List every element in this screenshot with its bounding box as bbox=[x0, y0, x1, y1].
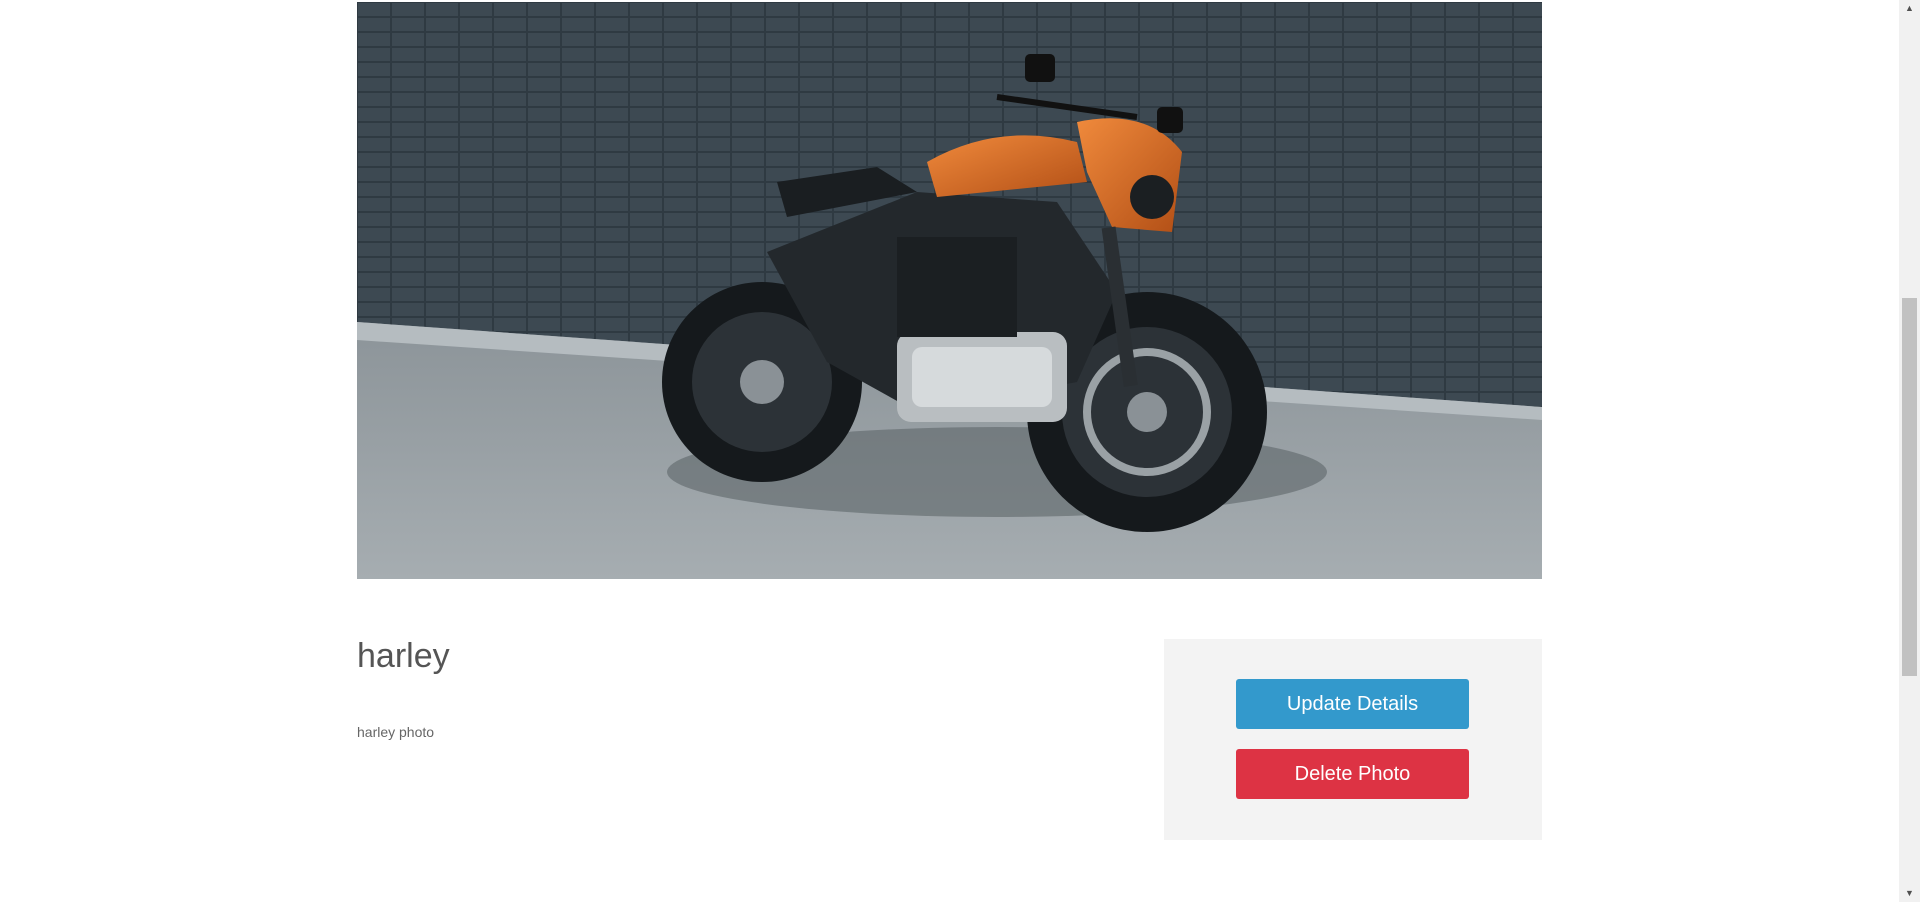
photo-actions-panel: Update Details Delete Photo bbox=[1164, 639, 1542, 840]
motorcycle-photo bbox=[357, 2, 1542, 579]
update-details-button[interactable]: Update Details bbox=[1236, 679, 1469, 729]
scroll-up-arrow-icon[interactable]: ▲ bbox=[1899, 0, 1920, 17]
photo-description: harley photo bbox=[357, 724, 435, 740]
photo-detail-page: harley harley photo Update Details Delet… bbox=[0, 0, 1899, 902]
photo-title: harley bbox=[357, 637, 450, 675]
delete-photo-button[interactable]: Delete Photo bbox=[1236, 749, 1469, 799]
scroll-down-arrow-icon[interactable]: ▼ bbox=[1899, 885, 1920, 902]
page-scrollbar[interactable]: ▲ ▼ bbox=[1899, 0, 1920, 902]
scrollbar-thumb[interactable] bbox=[1902, 298, 1917, 676]
